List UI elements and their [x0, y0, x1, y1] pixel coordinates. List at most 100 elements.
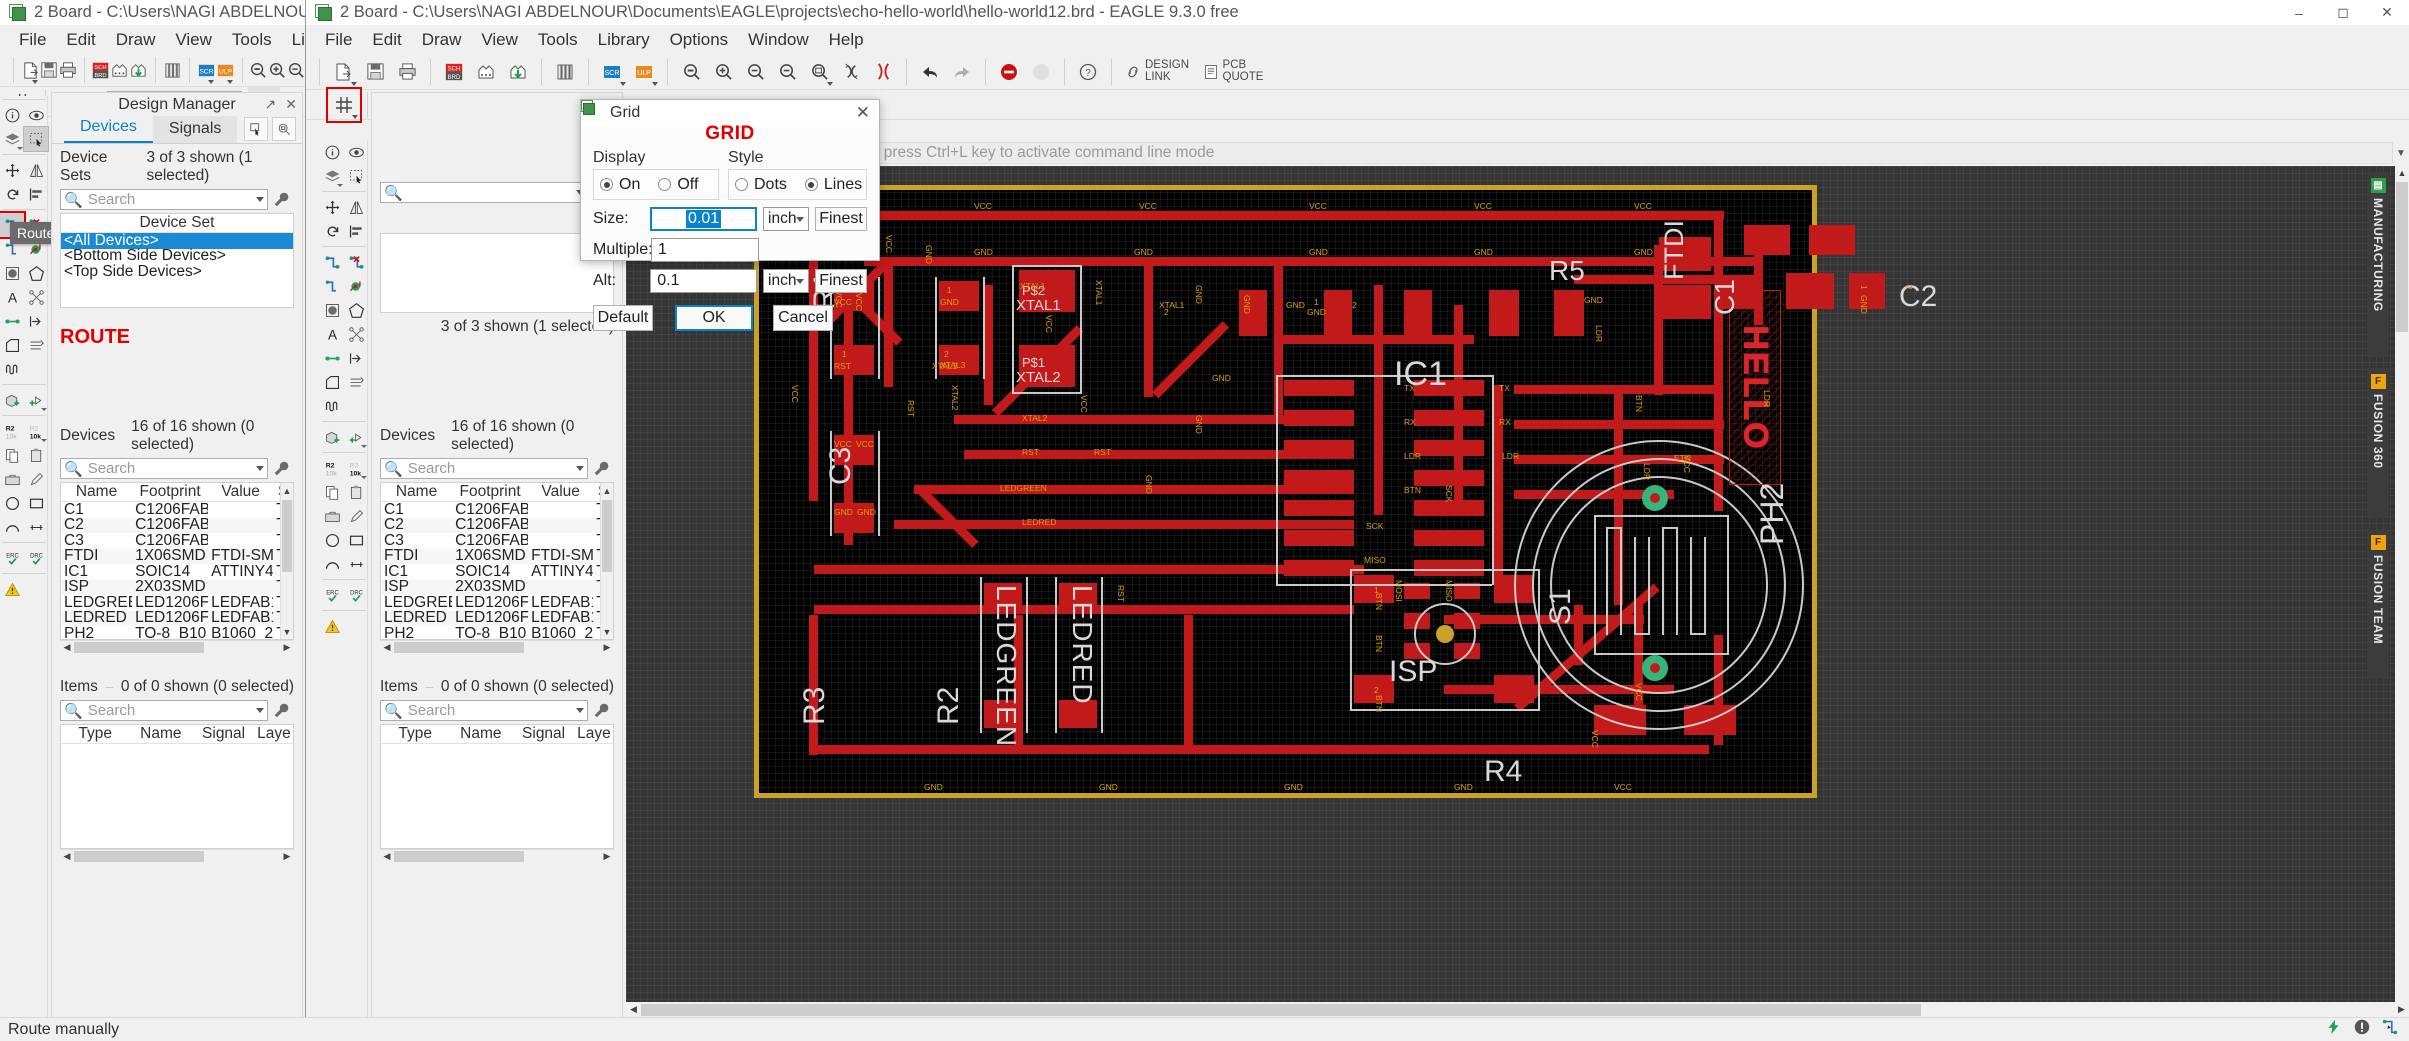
table-row[interactable]: LEDREDLED1206FABLEDFAB1206TOP — [381, 609, 613, 626]
display-group[interactable]: On Off — [593, 169, 719, 200]
scroll-right-icon[interactable]: ▶ — [600, 851, 614, 862]
polygon-fill-icon[interactable] — [0, 261, 24, 285]
close-icon[interactable]: ✕ — [2365, 0, 2409, 25]
scroll-left-icon[interactable]: ◀ — [380, 642, 394, 653]
bg-devices-hscroll[interactable]: ◀ ▶ — [60, 640, 294, 654]
cam-processor-icon[interactable] — [470, 56, 502, 88]
route-icon[interactable] — [320, 250, 344, 274]
bg-dm-tab-actions[interactable] — [244, 117, 296, 141]
bg-device-set-row-2[interactable]: <Top Side Devices> — [61, 263, 293, 280]
stop-command-icon[interactable] — [993, 56, 1025, 88]
paste-icon[interactable] — [24, 443, 48, 467]
bg-device-sets-search-input[interactable]: 🔍 Search — [60, 189, 268, 210]
new-icon[interactable] — [327, 56, 359, 88]
bg-toolbar[interactable]: SCH BRD SCR ULP — [0, 54, 305, 87]
rotate-icon[interactable] — [320, 219, 344, 243]
table-row[interactable]: C3C1206FABTOP — [61, 532, 293, 549]
add-package-icon[interactable] — [0, 388, 24, 412]
align-icon[interactable] — [344, 219, 368, 243]
col-name[interactable]: Name — [449, 725, 512, 743]
switch-to-schematic-icon[interactable]: SCH BRD — [91, 54, 110, 86]
zoom-out-icon[interactable] — [739, 56, 771, 88]
grid-dialog-buttons[interactable]: Default OK Cancel — [593, 305, 867, 331]
drc-icon[interactable]: DRC — [344, 583, 368, 607]
wave-icon[interactable] — [0, 357, 24, 381]
ok-button[interactable]: OK — [675, 305, 753, 331]
ratsnest-icon[interactable] — [344, 322, 368, 346]
text-icon[interactable]: A — [0, 285, 24, 309]
grid-multiple-input[interactable]: 1 — [651, 238, 759, 262]
design-link-button[interactable]: DESIGN LINK — [1119, 56, 1195, 88]
scroll-down-icon[interactable]: ▼ — [281, 624, 293, 639]
table-row[interactable]: PH2TO-8_B10B1060_23TOP — [381, 625, 613, 639]
bg-devices-rows[interactable]: C1C1206FABTOPC2C1206FABTOPC3C1206FABTOPF… — [61, 501, 293, 639]
command-bar[interactable]: ◀ 0.01 inch (0.22 1.67) Click or press C… — [626, 140, 2409, 166]
pcb-board[interactable]: HELLO R1 C3 IC1 C1 C2 R5 FTDI LEDGREEN L… — [754, 185, 1937, 798]
arc-icon[interactable] — [320, 552, 344, 576]
close-icon[interactable]: ✕ — [285, 96, 297, 113]
info-icon[interactable] — [320, 140, 344, 164]
new-icon[interactable] — [21, 54, 40, 86]
redraw-icon[interactable] — [835, 56, 867, 88]
col-footprint[interactable]: Footprint — [452, 483, 528, 501]
chevron-down-icon[interactable] — [256, 708, 264, 713]
ratsnest-icon[interactable] — [24, 285, 48, 309]
cam-export-icon[interactable] — [502, 56, 534, 88]
undo-icon[interactable] — [914, 56, 946, 88]
mirror-icon[interactable] — [24, 158, 48, 182]
col-value[interactable]: Value — [528, 483, 593, 501]
bg-device-set-row-0[interactable]: <All Devices> — [61, 232, 293, 249]
grid-size-input[interactable]: 0.01 — [650, 207, 757, 231]
wire-icon[interactable] — [0, 309, 24, 333]
paste-icon[interactable] — [344, 480, 368, 504]
maximize-icon[interactable]: ◻ — [2321, 0, 2365, 25]
devices-vscroll[interactable]: ▲ ▼ — [600, 483, 613, 639]
arc-icon[interactable] — [0, 515, 24, 539]
menu-options[interactable]: Options — [660, 27, 739, 53]
cancel-button[interactable]: Cancel — [773, 305, 833, 331]
ripup-icon[interactable] — [344, 250, 368, 274]
copy-icon[interactable] — [320, 480, 344, 504]
close-icon[interactable]: ✕ — [856, 103, 870, 123]
display-layers-icon[interactable] — [320, 164, 344, 188]
col-name[interactable]: Name — [61, 483, 132, 501]
main-menu-bar[interactable]: File Edit Draw View Tools Library Option… — [306, 25, 2409, 54]
polygon-fill-icon[interactable] — [320, 298, 344, 322]
splitwire-icon[interactable] — [0, 333, 24, 357]
style-lines-radio[interactable]: Lines — [804, 176, 862, 194]
switch-to-schematic-icon[interactable]: SCH BRD — [438, 56, 470, 88]
col-signal[interactable]: Signal — [512, 725, 575, 743]
chevron-down-icon[interactable] — [796, 216, 805, 222]
zoom-fit-icon[interactable] — [675, 56, 707, 88]
add-part-icon[interactable] — [344, 425, 368, 449]
menu-draw[interactable]: Draw — [412, 27, 472, 53]
scroll-left-icon[interactable]: ◀ — [626, 1004, 641, 1015]
bg-devices-settings-icon[interactable] — [268, 460, 294, 477]
add-package-icon[interactable] — [320, 425, 344, 449]
bg-menu-edit[interactable]: Edit — [56, 27, 105, 53]
chevron-down-icon[interactable] — [796, 278, 805, 284]
bg-menu-tools[interactable]: Tools — [222, 27, 282, 53]
scroll-up-icon[interactable]: ▲ — [601, 483, 613, 498]
alt-finest-button[interactable]: Finest — [815, 269, 867, 293]
grid-alt-input[interactable]: 0.1 — [650, 269, 757, 293]
menu-view[interactable]: View — [471, 27, 528, 53]
tab-manufacturing[interactable]: ▤ MANUFACTURING — [2367, 172, 2389, 357]
rotate-icon[interactable] — [0, 182, 24, 206]
erc-icon[interactable]: ERC — [0, 546, 24, 570]
minimize-icon[interactable]: – — [2277, 0, 2321, 25]
edit-pin-icon[interactable] — [24, 467, 48, 491]
via-ldr[interactable] — [1642, 485, 1668, 511]
style-dots-radio[interactable]: Dots — [735, 176, 787, 194]
menu-help[interactable]: Help — [819, 27, 874, 53]
table-row[interactable]: PH2TO-8_B10B1060_23TOP — [61, 625, 293, 639]
help-icon[interactable]: ? — [1072, 56, 1104, 88]
command-history-icon[interactable]: ▼ — [2393, 148, 2409, 159]
table-row[interactable]: ISP2X03SMDTOP — [61, 578, 293, 595]
table-row[interactable]: IC1SOIC14ATTINY44-SSUTOP — [61, 563, 293, 580]
value-icon[interactable]: R2 10k — [344, 456, 368, 480]
status-icons[interactable] — [2325, 1018, 2409, 1041]
display-layers-icon[interactable] — [0, 127, 24, 151]
col-name[interactable]: Name — [129, 725, 192, 743]
bg-dm-tabs[interactable]: Devices Signals — [52, 116, 302, 144]
